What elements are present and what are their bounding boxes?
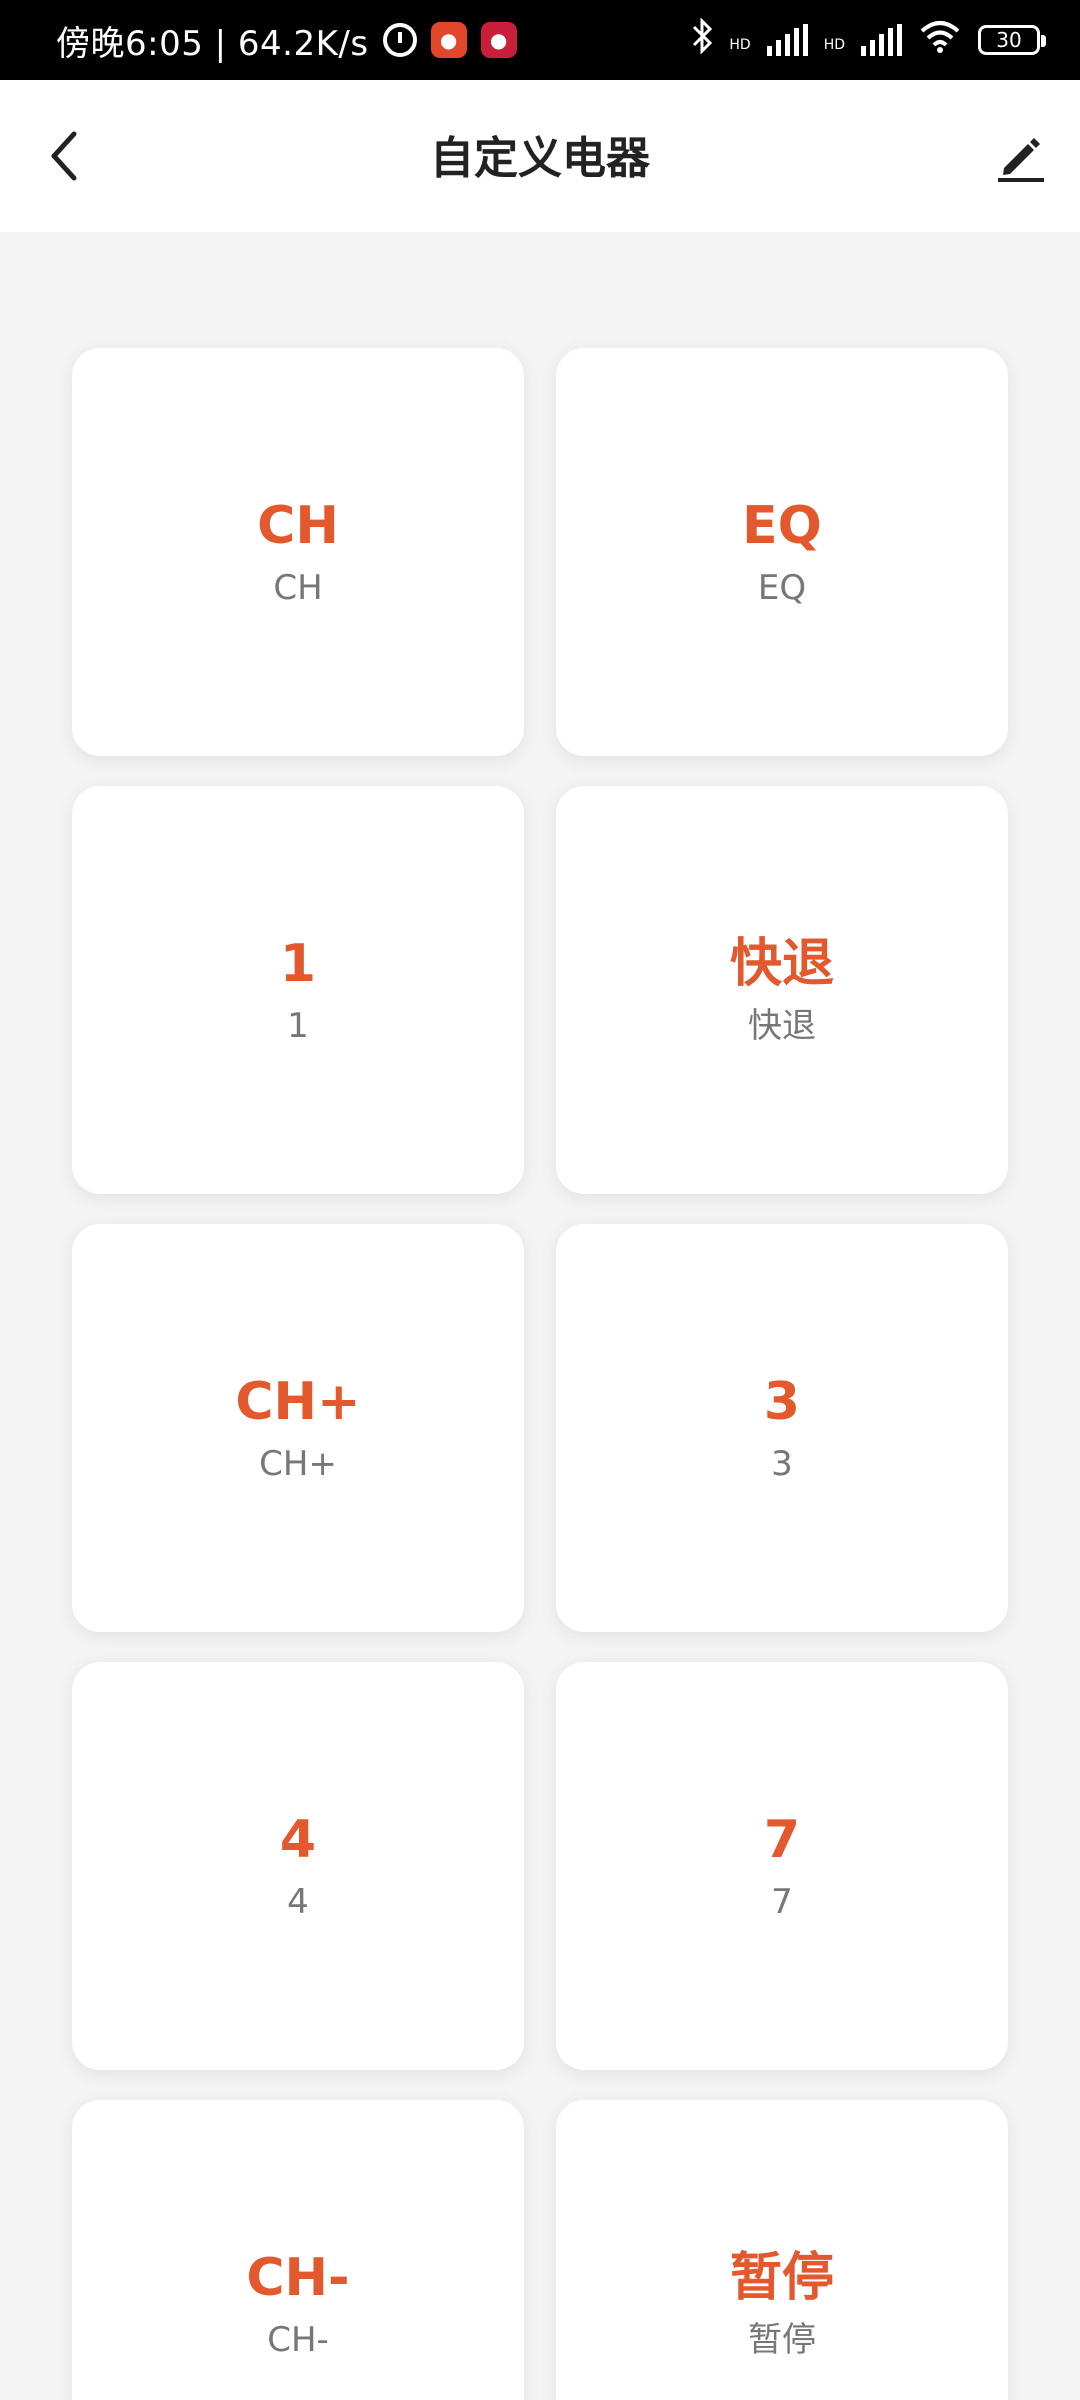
page-title: 自定义电器 xyxy=(430,133,650,184)
key-label: 快退 xyxy=(729,934,834,994)
key-sublabel: 7 xyxy=(771,1882,793,1922)
key-sublabel: 4 xyxy=(287,1882,309,1922)
app-icon: ● xyxy=(430,22,467,58)
remote-key-rewind[interactable]: 快退 快退 xyxy=(556,786,1008,1194)
edit-button[interactable] xyxy=(984,120,1056,192)
key-label: CH xyxy=(257,496,339,556)
bluetooth-icon xyxy=(691,17,713,62)
remote-key-eq[interactable]: EQ EQ xyxy=(556,348,1008,756)
battery-icon: 30 xyxy=(978,25,1046,55)
remote-key-ch-plus[interactable]: CH+ CH+ xyxy=(72,1224,524,1632)
key-label: 3 xyxy=(763,1372,801,1432)
signal-icon xyxy=(766,24,808,56)
app-icon: ● xyxy=(480,22,517,58)
status-time: 傍晚6:05 | 64.2K/s xyxy=(56,23,369,64)
pencil-icon xyxy=(998,138,1044,182)
key-label: 7 xyxy=(763,1810,801,1870)
signal-icon xyxy=(861,24,902,56)
key-label: 暂停 xyxy=(729,2248,834,2308)
status-bar: 傍晚6:05 | 64.2K/s ● ● HD HD 30 xyxy=(0,0,1080,80)
key-sublabel: 3 xyxy=(771,1444,793,1484)
app-header: 自定义电器 xyxy=(0,80,1080,232)
remote-key-grid: CH CH EQ EQ 1 1 快退 快退 CH+ CH+ 3 3 4 4 7 xyxy=(72,348,1008,2400)
remote-key-4[interactable]: 4 4 xyxy=(72,1662,524,2070)
key-sublabel: 暂停 xyxy=(748,2320,816,2360)
wifi-icon xyxy=(918,19,962,61)
key-label: 4 xyxy=(279,1810,317,1870)
key-label: CH- xyxy=(246,2248,350,2308)
key-label: CH+ xyxy=(235,1372,361,1432)
battery-level: 30 xyxy=(996,28,1022,52)
remote-key-pause[interactable]: 暂停 暂停 xyxy=(556,2100,1008,2400)
status-left: 傍晚6:05 | 64.2K/s ● ● xyxy=(56,16,517,65)
key-sublabel: CH- xyxy=(267,2320,329,2360)
key-sublabel: EQ xyxy=(757,568,807,608)
hd-label: HD xyxy=(729,37,751,53)
screen: 傍晚6:05 | 64.2K/s ● ● HD HD 30 自定义电器 CH C… xyxy=(0,0,1080,2400)
status-right: HD HD 30 xyxy=(691,17,1046,62)
alarm-icon xyxy=(382,23,417,57)
key-sublabel: CH+ xyxy=(259,1444,337,1484)
remote-key-3[interactable]: 3 3 xyxy=(556,1224,1008,1632)
remote-key-1[interactable]: 1 1 xyxy=(72,786,524,1194)
key-sublabel: 1 xyxy=(287,1006,309,1046)
key-sublabel: CH xyxy=(273,568,323,608)
key-sublabel: 快退 xyxy=(748,1006,816,1046)
remote-key-ch-minus[interactable]: CH- CH- xyxy=(72,2100,524,2400)
remote-key-ch[interactable]: CH CH xyxy=(72,348,524,756)
key-label: 1 xyxy=(279,934,317,994)
key-label: EQ xyxy=(742,496,822,556)
hd-label: HD xyxy=(823,37,845,53)
remote-key-7[interactable]: 7 7 xyxy=(556,1662,1008,2070)
